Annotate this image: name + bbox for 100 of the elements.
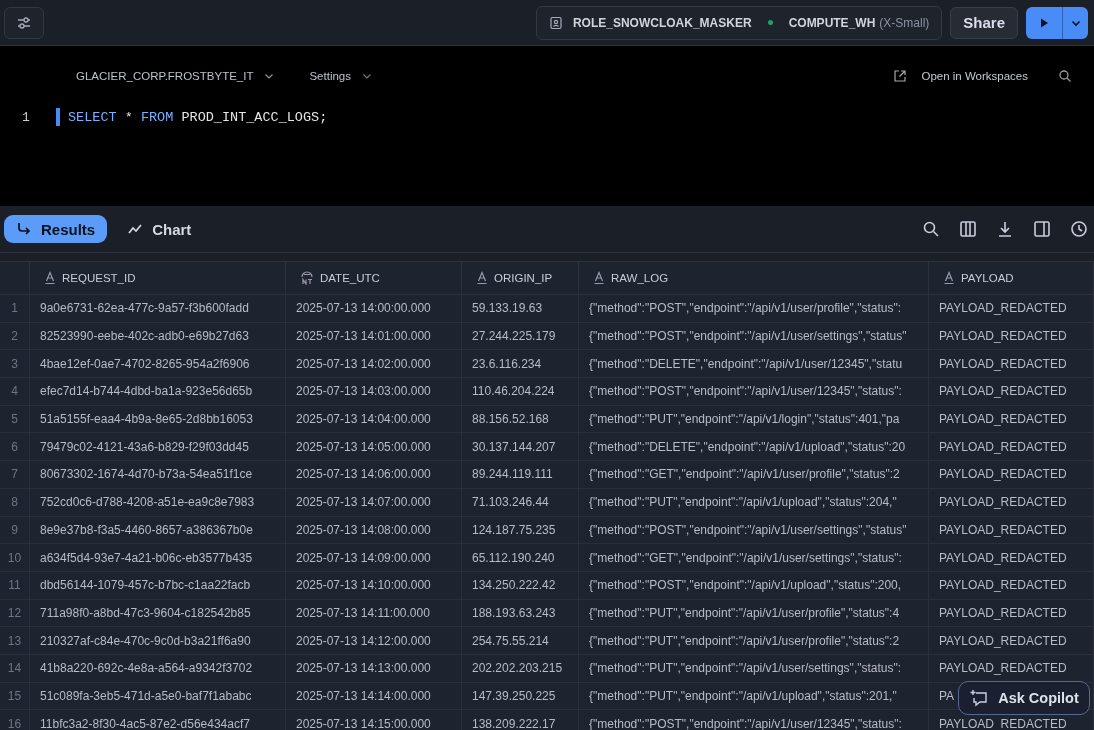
ask-copilot-button[interactable]: Ask Copilot (958, 681, 1090, 715)
table-cell: 41b8a220-692c-4e8a-a564-a9342f3702 (30, 654, 286, 682)
table-cell: {"method":"PUT","endpoint":"/api/v1/upload","status":201," (579, 682, 929, 710)
table-cell: 65.112.190.240 (462, 544, 579, 571)
settings-button[interactable] (4, 6, 44, 39)
results-tab[interactable]: Chart (115, 215, 204, 243)
column-header[interactable]: DATE_UTC (286, 262, 462, 294)
table-cell: 134.250.222.42 (462, 571, 579, 599)
table-cell: 71.103.246.44 (462, 488, 579, 516)
column-header[interactable]: RAW_LOG (579, 262, 929, 294)
share-button[interactable]: Share (950, 6, 1018, 39)
table-cell: 110.46.204.224 (462, 378, 579, 405)
column-header[interactable]: PAYLOAD (929, 262, 1094, 294)
row-number: 12 (0, 599, 30, 627)
row-number: 1 (0, 295, 30, 322)
table-cell: 2025-07-13 14:13:00.000 (286, 654, 462, 682)
table-cell: PAYLOAD_REDACTED (929, 599, 1094, 627)
table-cell: PAYLOAD_REDACTED (929, 295, 1094, 322)
code-line: SELECT * FROM PROD_INT_ACC_LOGS; (68, 109, 328, 125)
table-cell: 51c089fa-3eb5-471d-a5e0-baf7f1ababc (30, 682, 286, 710)
history-icon[interactable] (1070, 220, 1088, 238)
text-type-icon (44, 271, 56, 285)
row-number: 11 (0, 571, 30, 599)
table-cell: {"method":"GET","endpoint":"/api/v1/user/settings","status": (579, 544, 929, 571)
table-cell: 138.209.222.17 (462, 710, 579, 730)
results-tab[interactable]: Results (4, 215, 108, 243)
table-cell: 4bae12ef-0ae7-4702-8265-954a2f6906 (30, 350, 286, 378)
table-cell: efec7d14-b744-4dbd-ba1a-923e56d65b (30, 378, 286, 405)
column-header[interactable]: REQUEST_ID (30, 262, 286, 294)
play-icon (1038, 16, 1050, 29)
table-cell: {"method":"POST","endpoint":"/api/v1/user/profile","status": (579, 295, 929, 322)
table-cell: {"method":"PUT","endpoint":"/api/v1/user/profile","status":4 (579, 599, 929, 627)
columns-icon[interactable] (959, 220, 977, 238)
badge-icon (548, 15, 563, 30)
row-number: 14 (0, 654, 30, 682)
table-cell: 2025-07-13 14:14:00.000 (286, 682, 462, 710)
search-icon[interactable] (922, 220, 940, 238)
text-type-icon (476, 271, 488, 285)
table-cell: 8e9e37b8-f3a5-4460-8657-a386367b0e (30, 516, 286, 544)
table-cell: 2025-07-13 14:07:00.000 (286, 488, 462, 516)
row-number: 10 (0, 544, 30, 571)
table-cell: 2025-07-13 14:01:00.000 (286, 322, 462, 350)
table-cell: PAYLOAD_REDACTED (929, 405, 1094, 433)
table-cell: 2025-07-13 14:02:00.000 (286, 350, 462, 378)
table-cell: 59.133.19.63 (462, 295, 579, 322)
database-selector[interactable]: GLACIER_CORP.FROSTBYTE_IT (76, 70, 254, 82)
table-cell: {"method":"POST","endpoint":"/api/v1/user/settings","status" (579, 516, 929, 544)
table-cell: {"method":"POST","endpoint":"/api/v1/user/settings","status" (579, 322, 929, 350)
table-cell: 2025-07-13 14:10:00.000 (286, 571, 462, 599)
table-cell: 147.39.250.225 (462, 682, 579, 710)
table-cell: 79479c02-4121-43a6-b829-f29f03dd45 (30, 433, 286, 461)
row-number: 9 (0, 516, 30, 544)
table-cell: {"method":"DELETE","endpoint":"/api/v1/user/12345","statu (579, 350, 929, 378)
line-number: 1 (21, 109, 31, 125)
table-cell: 202.202.203.215 (462, 654, 579, 682)
table-cell: 80673302-1674-4d70-b73a-54ea51f1ce (30, 461, 286, 488)
table-cell: 30.137.144.207 (462, 433, 579, 461)
table-cell: 11bfc3a2-8f30-4ac5-87e2-d56e434acf7 (30, 710, 286, 730)
table-cell: {"method":"DELETE","endpoint":"/api/v1/upload","status":20 (579, 433, 929, 461)
status-dot (767, 20, 773, 25)
text-type-icon (943, 271, 955, 285)
row-number: 5 (0, 405, 30, 433)
table-cell: {"method":"PUT","endpoint":"/api/v1/user/profile","status":2 (579, 627, 929, 654)
external-link-icon (893, 69, 908, 83)
return-arrow-icon (16, 221, 32, 237)
row-number: 15 (0, 682, 30, 710)
settings-dropdown[interactable]: Settings (309, 70, 351, 82)
table-cell: 752cd0c6-d788-4208-a51e-ea9c8e7983 (30, 488, 286, 516)
table-cell: PAYLOAD_REDACTED (929, 488, 1094, 516)
table-cell: 2025-07-13 14:15:00.000 (286, 710, 462, 730)
open-in-workspaces-link[interactable]: Open in Workspaces (921, 70, 1028, 82)
column-header[interactable]: ORIGIN_IP (462, 262, 579, 294)
table-cell: {"method":"PUT","endpoint":"/api/v1/login","status":401,"pa (579, 405, 929, 433)
context-selector[interactable]: ROLE_SNOWCLOAK_MASKER COMPUTE_WH (X-Small) (535, 5, 943, 40)
text-type-icon (593, 271, 605, 285)
table-cell: 124.187.75.235 (462, 516, 579, 544)
table-cell: 711a98f0-a8bd-47c3-9604-c182542b85 (30, 599, 286, 627)
table-cell: PAYLOAD_REDACTED (929, 544, 1094, 571)
sliders-icon (16, 14, 32, 31)
timestamp-type-icon (300, 271, 314, 285)
table-cell: {"method":"POST","endpoint":"/api/v1/user/12345","status": (579, 710, 929, 730)
table-cell: 2025-07-13 14:09:00.000 (286, 544, 462, 571)
side-panel-icon[interactable] (1033, 220, 1051, 238)
table-cell: PAYLOAD_REDACTED (929, 433, 1094, 461)
warehouse-size: (X-Small) (879, 15, 930, 30)
role-label: ROLE_SNOWCLOAK_MASKER (572, 15, 752, 30)
table-cell: 2025-07-13 14:12:00.000 (286, 627, 462, 654)
run-button[interactable] (1026, 6, 1062, 39)
table-cell: {"method":"POST","endpoint":"/api/v1/user/12345","status": (579, 378, 929, 405)
search-icon[interactable] (1058, 69, 1072, 83)
table-cell: PAYLOAD_REDACTED (929, 322, 1094, 350)
table-cell: 2025-07-13 14:11:00.000 (286, 599, 462, 627)
download-icon[interactable] (996, 220, 1014, 238)
warehouse-label: COMPUTE_WH (788, 15, 876, 30)
run-options-button[interactable] (1062, 6, 1088, 39)
table-cell: {"method":"PUT","endpoint":"/api/v1/user/settings","status": (579, 654, 929, 682)
row-number: 3 (0, 350, 30, 378)
table-cell: 2025-07-13 14:03:00.000 (286, 378, 462, 405)
table-cell: PAYLOAD_REDACTED (929, 627, 1094, 654)
table-cell: 88.156.52.168 (462, 405, 579, 433)
